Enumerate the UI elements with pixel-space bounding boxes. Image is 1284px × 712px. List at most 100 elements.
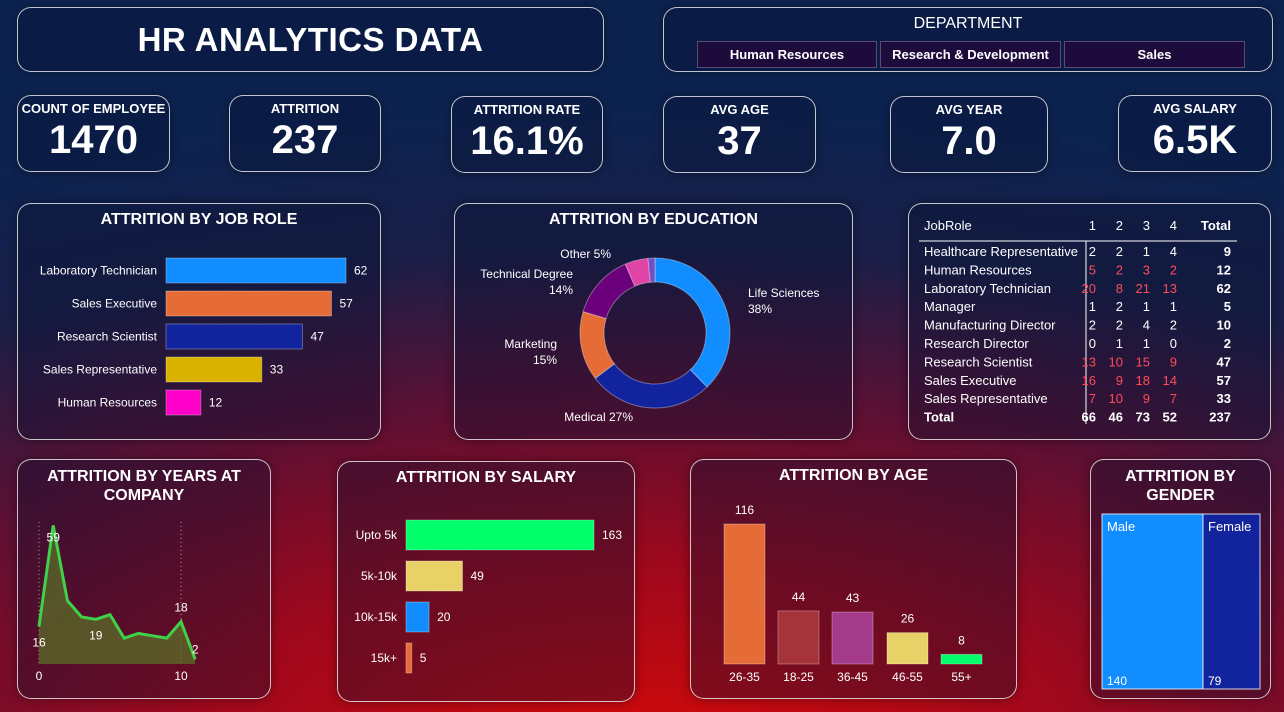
page-title: HR ANALYTICS DATA: [137, 20, 484, 58]
cell-value: 14: [1163, 373, 1177, 388]
column-header: 4: [1170, 218, 1177, 233]
bar: [723, 523, 766, 665]
kpi-value: 237: [271, 118, 339, 162]
gender-chart-card: ATTRITION BY GENDER Male 140 Female 79: [1090, 459, 1271, 699]
bar: [777, 610, 820, 665]
bar: [405, 642, 413, 674]
slice-label: Technical Degree: [480, 267, 573, 281]
cell-value: 16: [1082, 373, 1096, 388]
cell-value: 7: [1089, 391, 1096, 406]
bar: [165, 323, 303, 350]
job-role-bar-chart: Laboratory Technician 62 Sales Executive 57…: [40, 257, 368, 416]
treemap-tile: [1202, 513, 1261, 690]
age-column-chart: 116 26-35 44 18-25 43 36-45 26 46-55 8 55+: [723, 503, 983, 684]
column-header: 2: [1116, 218, 1123, 233]
bar: [165, 290, 332, 317]
kpi-attrition-rate: ATTRITION RATE 16.1%: [451, 96, 603, 173]
data-label: 2: [192, 642, 199, 656]
cell-value: 15: [1136, 354, 1150, 369]
data-label: 116: [735, 503, 754, 517]
bar: [405, 601, 430, 633]
slice-label: Medical 27%: [564, 410, 633, 424]
row-label: Sales Executive: [924, 373, 1017, 388]
education-donut-chart: Life Sciences 38% Medical 27% Marketing 15% T…: [480, 247, 819, 424]
department-option-human-resources[interactable]: Human Resources: [697, 41, 877, 68]
data-label: 59: [47, 530, 61, 544]
total-value: 66: [1082, 410, 1096, 425]
cell-value: 7: [1170, 391, 1177, 406]
column-header: Total: [1201, 218, 1231, 233]
cell-value: 8: [1116, 281, 1123, 296]
category-label: Laboratory Technician: [40, 264, 157, 278]
kpi-count-of-employee: COUNT OF EMPLOYEE 1470: [17, 95, 170, 172]
cell-value: 2: [1116, 318, 1123, 333]
kpi-label: AVG AGE: [710, 102, 769, 117]
cell-value: 10: [1109, 354, 1123, 369]
department-option-sales[interactable]: Sales: [1064, 41, 1245, 68]
slice-percent: 14%: [549, 283, 573, 297]
slice-label: Life Sciences: [748, 286, 819, 300]
category-label: 18-25: [783, 670, 814, 684]
department-label: DEPARTMENT: [913, 15, 1023, 32]
bar: [886, 632, 929, 665]
row-label: Manufacturing Director: [924, 318, 1056, 333]
department-option-research-development[interactable]: Research & Development: [880, 41, 1061, 68]
area-fill: [39, 525, 196, 664]
data-label: 20: [437, 610, 451, 624]
data-label: 5: [420, 651, 427, 665]
cell-value: 4: [1143, 318, 1150, 333]
cell-value: 9: [1143, 391, 1150, 406]
category-label: 26-35: [729, 670, 760, 684]
bar: [405, 519, 595, 551]
tile-value: 79: [1208, 674, 1222, 688]
cell-value: 13: [1082, 354, 1096, 369]
title-card: HR ANALYTICS DATA: [17, 7, 604, 72]
category-label: Upto 5k: [356, 528, 398, 542]
cell-value: 2: [1170, 262, 1177, 277]
cell-value: 62: [1217, 281, 1231, 296]
data-label: 12: [209, 396, 223, 410]
total-value: 73: [1136, 410, 1150, 425]
cell-value: 2: [1089, 244, 1096, 259]
slice-label: Marketing: [504, 337, 557, 351]
data-label: 49: [471, 569, 485, 583]
cell-value: 12: [1217, 262, 1231, 277]
cell-value: 2: [1170, 318, 1177, 333]
kpi-value: 37: [717, 119, 762, 163]
row-label: Human Resources: [924, 262, 1032, 277]
cell-value: 9: [1170, 354, 1177, 369]
cell-value: 2: [1116, 244, 1123, 259]
cell-value: 5: [1224, 299, 1231, 314]
data-label: 16: [32, 635, 46, 649]
total-value: 46: [1109, 410, 1123, 425]
kpi-value: 7.0: [941, 119, 997, 163]
cell-value: 13: [1163, 281, 1177, 296]
row-label: Sales Representative: [924, 391, 1048, 406]
salary-chart-card: ATTRITION BY SALARY Upto 5k 163 5k-10k 49 10…: [337, 461, 635, 702]
data-label: 62: [354, 264, 368, 278]
cell-value: 2: [1116, 262, 1123, 277]
department-slicer: DEPARTMENT Human Resources Research & De…: [663, 7, 1273, 72]
job-role-matrix: JobRole 1 2 3 4 TotalHealthcare Representativ…: [919, 218, 1237, 425]
row-label: Healthcare Representative: [924, 244, 1078, 259]
kpi-value: 1470: [49, 118, 138, 162]
cell-value: 1: [1170, 299, 1177, 314]
data-label: 44: [792, 590, 806, 604]
data-label: 19: [89, 628, 103, 642]
kpi-label: AVG SALARY: [1153, 101, 1237, 116]
years-at-company-chart-card: ATTRITION BY YEARS AT COMPANY 16 59 19 18 2 0…: [17, 459, 271, 699]
category-label: 36-45: [837, 670, 868, 684]
cell-value: 10: [1109, 391, 1123, 406]
job-role-chart-card: ATTRITION BY JOB ROLE Laboratory Technic…: [17, 203, 381, 440]
cell-value: 57: [1217, 373, 1231, 388]
cell-value: 18: [1136, 373, 1150, 388]
total-label: Total: [924, 410, 954, 425]
kpi-value: 6.5K: [1152, 118, 1238, 162]
data-label: 57: [339, 297, 353, 311]
cell-value: 5: [1089, 262, 1096, 277]
tile-value: 140: [1107, 674, 1127, 688]
bar: [831, 611, 874, 665]
donut-slice: [594, 363, 708, 409]
donut-slice: [654, 257, 731, 388]
cell-value: 1: [1089, 299, 1096, 314]
